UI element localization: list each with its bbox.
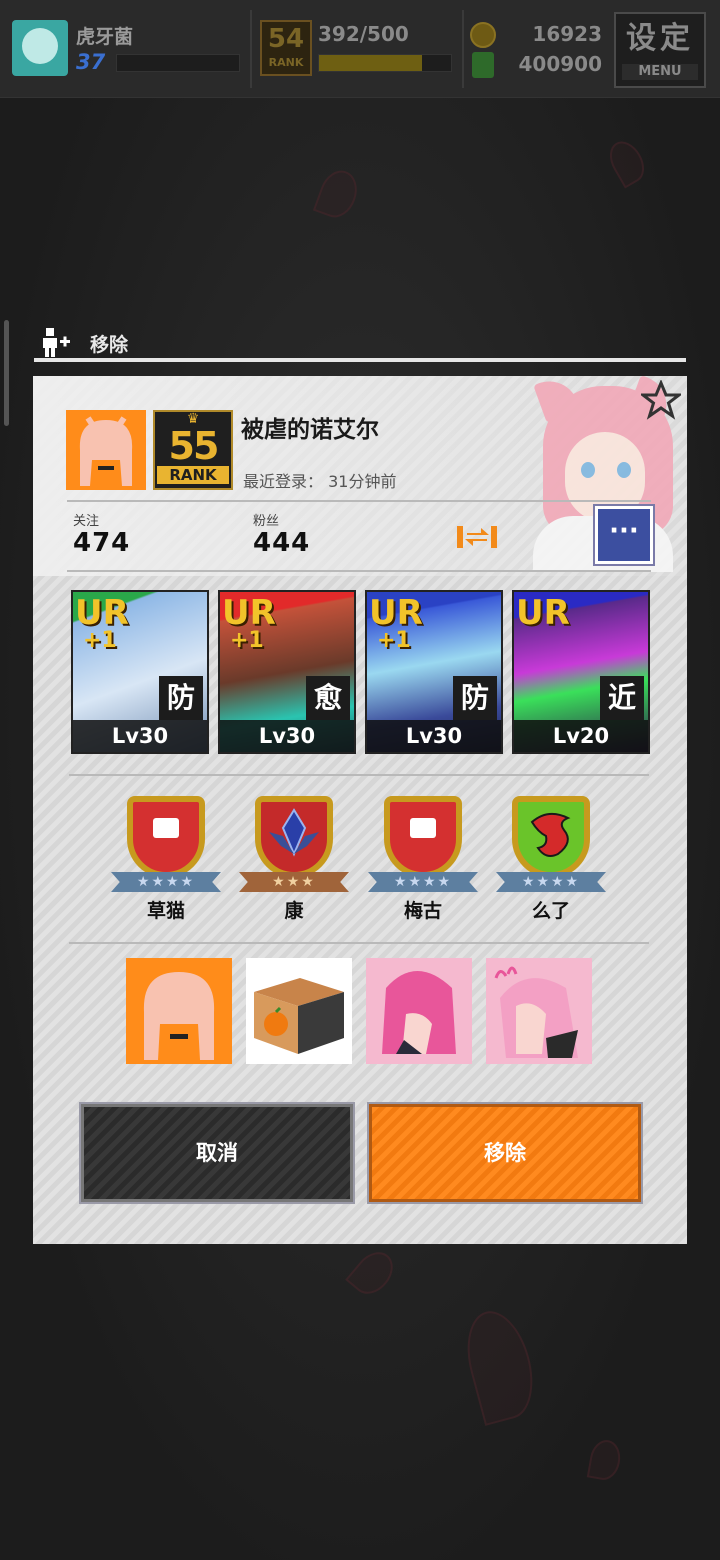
exp-bar (318, 54, 452, 72)
card-rarity: UR (75, 593, 129, 633)
dragon-badge-icon (512, 796, 590, 878)
card-slot-3[interactable]: UR +1 防 Lv30 (365, 590, 503, 754)
catgirl-avatar (143, 972, 215, 1060)
guild-badge-3[interactable]: ★★★★ 梅古 (368, 796, 478, 924)
badge-stars: ★★★★ (368, 872, 478, 892)
bunny-girl-avatar (494, 966, 578, 1058)
guild-badge-4[interactable]: ★★★★ 么了 (496, 796, 606, 924)
person-plus-icon (43, 328, 70, 357)
card-role: 防 (159, 676, 203, 720)
profile-avatar-art (79, 416, 133, 486)
exp-bar-fill (319, 55, 422, 71)
card-slot-2[interactable]: UR +1 愈 Lv30 (218, 590, 356, 754)
card-level: Lv20 (514, 720, 648, 752)
last-login: 最近登录： 31分钟前 (243, 472, 397, 491)
crystal-badge-icon (255, 796, 333, 878)
player-rank-number: 54 (267, 24, 305, 54)
tv-icon (153, 818, 179, 838)
card-rarity: UR (369, 593, 423, 633)
coin-icon (470, 22, 496, 48)
cash-icon (472, 52, 494, 78)
card-slot-1[interactable]: UR +1 防 Lv30 (71, 590, 209, 754)
player-rank-badge: 54 RANK (260, 20, 312, 76)
profile-rank-number: 55 (168, 424, 220, 468)
card-level: Lv30 (73, 720, 207, 752)
fans-count: 444 (253, 528, 311, 558)
badge-name: 康 (284, 900, 304, 922)
divider (69, 942, 649, 944)
profile-rank-label: RANK (157, 466, 229, 484)
card-rarity: UR (222, 593, 276, 633)
crystal-icon (269, 808, 319, 857)
card-slot-4[interactable]: UR 近 Lv20 (512, 590, 650, 754)
badge-name: 草猫 (146, 900, 185, 922)
divider (69, 774, 649, 776)
divider (67, 500, 651, 502)
member-avatar-3[interactable] (366, 958, 472, 1064)
profile-rank-badge: ♛ 55 RANK (153, 410, 233, 490)
avatar-face (22, 28, 58, 64)
hero-eye (617, 462, 631, 478)
top-hud: 虎牙菌 37 54 RANK 392/500 16923 400900 设定 M… (0, 0, 720, 98)
profile-panel: ♛ 55 RANK 被虐的诺艾尔 最近登录： 31分钟前 关注 474 粉丝 4… (33, 376, 687, 1244)
follow-label: 关注 (73, 514, 100, 529)
card-rarity: UR (516, 593, 570, 633)
favorite-star-icon[interactable] (641, 380, 681, 420)
dialog-title: 移除 (90, 334, 129, 356)
card-plus: +1 (230, 628, 264, 653)
card-level: Lv30 (367, 720, 501, 752)
card-role: 近 (600, 676, 644, 720)
card-role: 愈 (306, 676, 350, 720)
member-avatar-2[interactable] (246, 958, 352, 1064)
badge-stars: ★★★★ (496, 872, 606, 892)
card-level: Lv30 (220, 720, 354, 752)
cancel-button[interactable]: 取消 (79, 1102, 355, 1204)
remove-button[interactable]: 移除 (367, 1102, 643, 1204)
side-scroll-indicator (4, 320, 9, 426)
player-rank-label: RANK (268, 56, 304, 69)
menu-button[interactable]: 设定 MENU (614, 12, 706, 88)
dialog-header: 移除 (34, 322, 686, 364)
card-plus: +1 (377, 628, 411, 653)
follow-count: 474 (73, 528, 131, 558)
guild-badge-1[interactable]: ★★★★ 草猫 (111, 796, 221, 924)
profile-avatar[interactable] (66, 410, 146, 490)
pink-girl-avatar (382, 971, 456, 1054)
menu-button-sublabel: MENU (622, 64, 698, 80)
tv-icon (410, 818, 436, 838)
hud-divider (462, 10, 464, 88)
tv-badge-icon (384, 796, 462, 878)
member-avatar-4[interactable] (486, 958, 592, 1064)
dragon-icon (530, 812, 571, 857)
profile-name: 被虐的诺艾尔 (241, 417, 379, 443)
guild-badge-2[interactable]: ★★★ 康 (239, 796, 349, 924)
member-avatar-1[interactable] (126, 958, 232, 1064)
cash-count: 400900 (518, 52, 603, 76)
player-level: 37 (76, 50, 106, 74)
badge-name: 梅古 (403, 900, 442, 922)
player-level-bar (116, 54, 240, 72)
coin-count: 16923 (532, 22, 602, 46)
card-role: 防 (453, 676, 497, 720)
menu-button-label: 设定 (626, 21, 694, 56)
divider (67, 570, 651, 572)
hud-divider (250, 10, 252, 88)
orange-box-avatar (254, 978, 344, 1054)
badge-stars: ★★★ (239, 872, 349, 892)
badge-stars: ★★★★ (111, 872, 221, 892)
fans-label: 粉丝 (253, 514, 280, 529)
exp-counter: 392/500 (318, 22, 409, 46)
hero-eye (581, 462, 595, 478)
mutual-follow-icon (457, 526, 497, 548)
badge-name: 么了 (531, 900, 570, 922)
tv-badge-icon (127, 796, 205, 878)
more-options-button[interactable]: ··· (593, 504, 655, 566)
card-plus: +1 (83, 628, 117, 653)
dialog-header-rule (34, 358, 686, 362)
player-name: 虎牙菌 (76, 26, 134, 48)
player-avatar[interactable] (12, 20, 68, 76)
